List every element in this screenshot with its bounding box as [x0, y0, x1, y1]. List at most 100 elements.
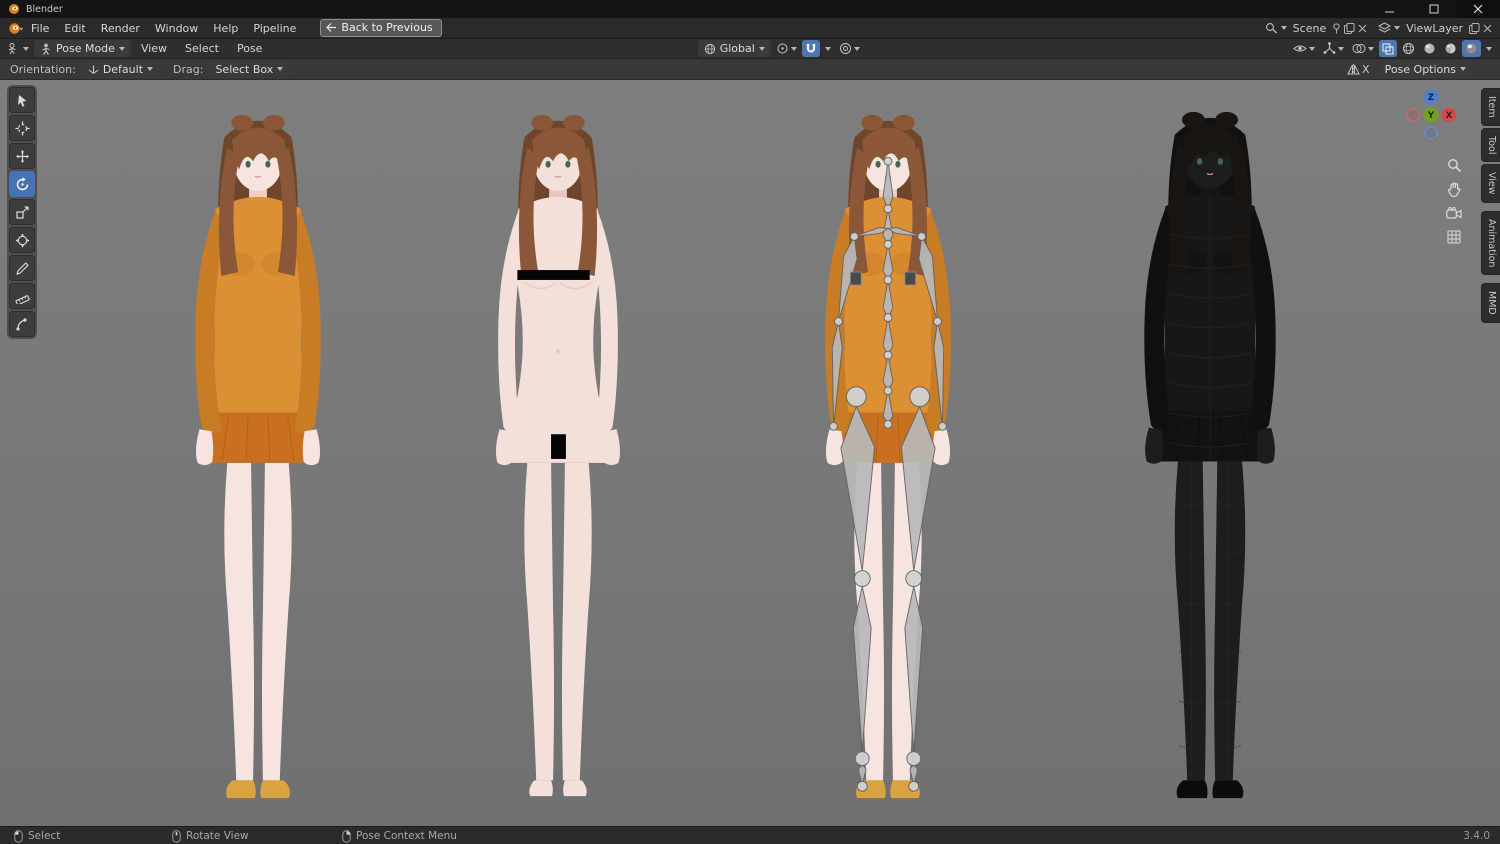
cursor-tool[interactable] [9, 115, 35, 141]
pose-options-dropdown[interactable]: Pose Options [1378, 60, 1472, 78]
camera-view-button[interactable] [1443, 202, 1465, 224]
menu-view[interactable]: View [133, 40, 175, 57]
blender-menu-icon[interactable] [8, 22, 23, 35]
shading-solid-button[interactable] [1420, 40, 1439, 57]
axis-z-label: Z [1428, 93, 1434, 103]
orientation-default-label: Default [102, 62, 144, 76]
xray-icon [1382, 43, 1394, 54]
window-title: Blender [26, 3, 63, 15]
shading-material-icon [1445, 43, 1456, 54]
xray-toggle[interactable] [1379, 40, 1397, 57]
axis-gizmo[interactable]: Z X Y [1402, 86, 1460, 144]
axis-negative-x[interactable] [1406, 108, 1420, 122]
chevron-down-icon [1338, 46, 1344, 51]
mirror-icon [1347, 63, 1360, 75]
menu-edit[interactable]: Edit [57, 20, 92, 37]
pin-icon[interactable] [1332, 22, 1341, 34]
shading-solid-icon [1424, 43, 1435, 54]
snap-settings-dropdown[interactable] [822, 40, 834, 57]
shading-rendered-icon [1466, 43, 1477, 54]
tab-animation[interactable]: Animation [1481, 210, 1500, 276]
remove-viewlayer-icon[interactable] [1483, 24, 1492, 33]
tab-mmd[interactable]: MMD [1481, 283, 1500, 323]
scene-name[interactable]: Scene [1290, 22, 1330, 35]
pose-breakdowner-tool[interactable] [9, 311, 35, 337]
snap-toggle[interactable] [801, 40, 820, 57]
eye-icon [1293, 45, 1307, 52]
zoom-button[interactable] [1443, 154, 1465, 176]
chevron-down-icon [853, 46, 860, 51]
perspective-toggle-button[interactable] [1443, 226, 1465, 248]
rotate-tool[interactable] [9, 171, 35, 197]
pivot-point-dropdown[interactable] [773, 40, 800, 57]
transform-tool[interactable] [9, 227, 35, 253]
shading-dropdown[interactable] [1483, 40, 1495, 57]
annotate-tool[interactable] [9, 255, 35, 281]
shading-wireframe-button[interactable] [1399, 40, 1418, 57]
shading-rendered-button[interactable] [1462, 40, 1481, 57]
chevron-down-icon [790, 46, 797, 51]
scene-selector[interactable]: Scene [1265, 22, 1368, 35]
drag-mode-label: Select Box [215, 62, 274, 76]
chevron-down-icon [1309, 46, 1315, 51]
tab-view[interactable]: View [1481, 164, 1500, 203]
topbar-menu: File Edit Render Window Help Pipeline Ba… [0, 18, 1500, 39]
object-visibility-dropdown[interactable] [1290, 40, 1318, 57]
viewport-3d[interactable]: Z X Y Item Tool View Animation MMD [0, 80, 1500, 826]
new-scene-icon[interactable] [1344, 22, 1355, 34]
viewlayer-name[interactable]: ViewLayer [1403, 22, 1466, 35]
editor-type-button[interactable] [4, 40, 32, 57]
pose-options-label: Pose Options [1384, 62, 1456, 76]
axis-negative-z[interactable] [1424, 126, 1438, 140]
transform-orientation-dropdown[interactable]: Global [697, 40, 771, 57]
menu-render[interactable]: Render [94, 20, 147, 37]
new-viewlayer-icon[interactable] [1469, 22, 1480, 34]
viewlayer-icon [1378, 22, 1392, 33]
menu-help[interactable]: Help [206, 20, 245, 37]
model-armature-pose[interactable] [779, 98, 997, 810]
proportional-editing-icon [839, 43, 851, 54]
model-nude-censored[interactable] [449, 98, 667, 810]
tab-tool[interactable]: Tool [1481, 127, 1500, 163]
minimize-button[interactable] [1368, 0, 1412, 18]
show-overlays-dropdown[interactable] [1349, 40, 1377, 57]
chevron-down-icon [824, 46, 831, 51]
measure-tool[interactable] [9, 283, 35, 309]
model-clothed[interactable] [149, 98, 367, 810]
menu-pipeline[interactable]: Pipeline [246, 20, 303, 37]
proportional-editing-dropdown[interactable] [836, 40, 863, 57]
chevron-down-icon [1486, 46, 1492, 51]
tab-item[interactable]: Item [1481, 88, 1500, 126]
mode-dropdown[interactable]: Pose Mode [34, 40, 131, 57]
show-gizmo-dropdown[interactable] [1320, 40, 1347, 57]
editor-3d-viewport-icon [8, 43, 16, 55]
mouse-right-icon [342, 829, 351, 843]
model-wireframe[interactable] [1096, 95, 1324, 810]
menu-select[interactable]: Select [177, 40, 227, 57]
menu-window[interactable]: Window [148, 20, 205, 37]
pan-hand-button[interactable] [1443, 178, 1465, 200]
chevron-down-icon [23, 46, 29, 51]
move-tool[interactable] [9, 143, 35, 169]
close-button[interactable] [1456, 0, 1500, 18]
mirror-x-toggle[interactable]: X [1344, 61, 1373, 78]
status-pose-context-menu: Pose Context Menu [342, 827, 457, 844]
unlink-scene-icon[interactable] [1358, 24, 1367, 33]
maximize-button[interactable] [1412, 0, 1456, 18]
toolbar [7, 85, 37, 339]
orientation-default-dropdown[interactable]: Default [81, 60, 160, 78]
menu-pose[interactable]: Pose [229, 40, 270, 57]
window-controls [1368, 0, 1500, 18]
viewlayer-selector[interactable]: ViewLayer [1378, 22, 1492, 35]
tweak-select-tool[interactable] [9, 87, 35, 113]
orientation-field-label: Orientation: [10, 62, 76, 76]
drag-mode-dropdown[interactable]: Select Box [209, 60, 290, 78]
menu-file[interactable]: File [24, 20, 56, 37]
scale-tool[interactable] [9, 199, 35, 225]
chevron-down-icon [118, 46, 125, 51]
shading-material-button[interactable] [1441, 40, 1460, 57]
axes-icon [88, 65, 99, 74]
orientation-label: Global [719, 42, 755, 55]
gizmo-icon [1323, 42, 1336, 54]
back-to-previous-button[interactable]: Back to Previous [320, 19, 442, 37]
